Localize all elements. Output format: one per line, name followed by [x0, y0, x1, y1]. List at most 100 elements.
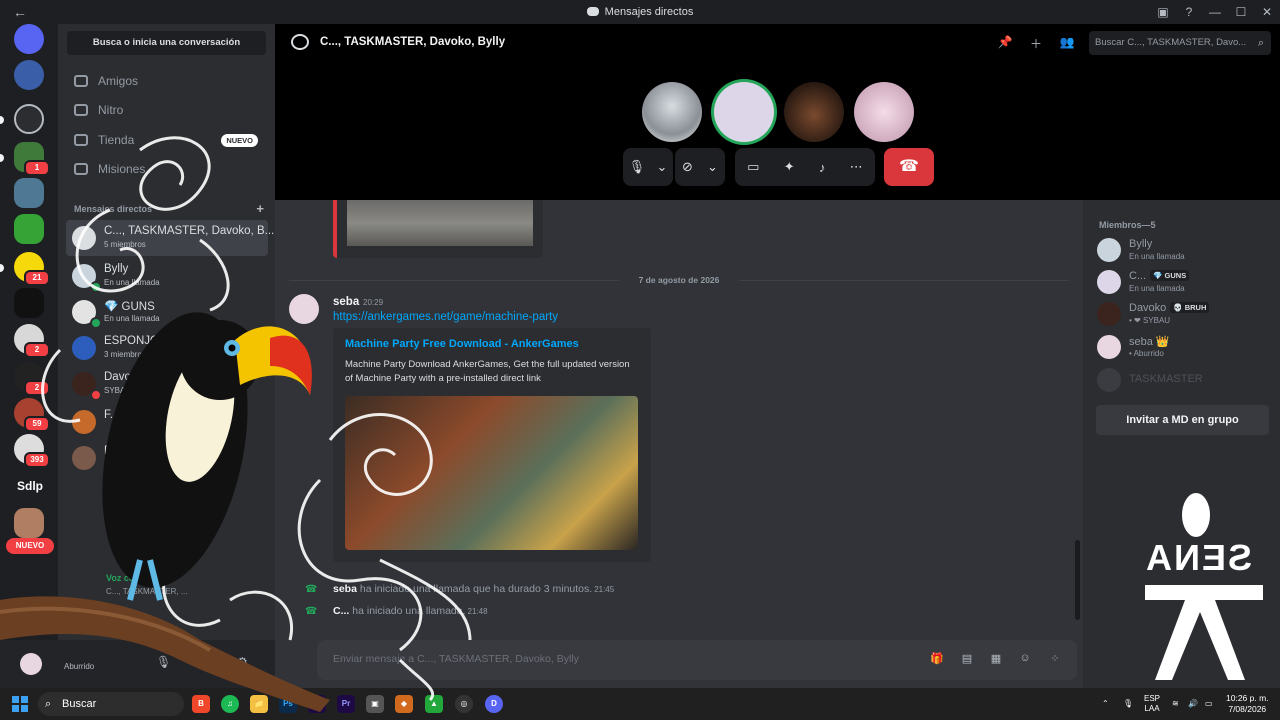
soundboard-icon[interactable]: ♪	[819, 160, 826, 175]
wifi-icon[interactable]: ≋	[1172, 699, 1179, 709]
server-icon[interactable]: 21	[14, 252, 50, 286]
dm-item[interactable]: F...	[66, 404, 268, 440]
server-text-icon[interactable]: Sdlp	[14, 471, 46, 501]
server-icon[interactable]	[14, 104, 44, 134]
pin-icon[interactable]: 📌	[997, 35, 1013, 51]
member-item[interactable]: seba 👑 • Aburrido	[1095, 331, 1275, 363]
call-participant[interactable]	[854, 82, 914, 142]
invite-to-group-button[interactable]: Invitar a MD en grupo	[1096, 405, 1269, 435]
member-item[interactable]: Davoko 💀 BRUH • ❤ SYBAU	[1095, 298, 1275, 330]
premiere-icon[interactable]: Pr	[337, 695, 355, 713]
mic-tray-icon[interactable]: 🎙	[1123, 699, 1133, 709]
discord-taskbar-icon[interactable]: D	[485, 695, 503, 713]
attachment-image[interactable]	[347, 200, 533, 246]
gift-icon[interactable]: 🎁	[929, 652, 945, 666]
dm-item[interactable]: Bylly En una llamada	[66, 258, 268, 294]
dm-item[interactable]: C..., TASKMASTER, Davoko, B... 5 miembros	[66, 220, 274, 256]
store-icon[interactable]: ▣	[366, 695, 384, 713]
dm-item[interactable]: Re...	[66, 440, 268, 476]
server-icon[interactable]: 1	[14, 142, 50, 176]
member-item[interactable]: C... 💎 GUNS En una llamada	[1095, 266, 1275, 298]
server-icon[interactable]	[14, 508, 44, 538]
server-icon[interactable]	[14, 60, 44, 90]
embed-image[interactable]	[345, 396, 638, 550]
chevron-down-icon[interactable]: ⌄	[656, 159, 667, 175]
scrollbar[interactable]	[1075, 540, 1080, 620]
dm-item[interactable]: Davoko SYBAU	[66, 366, 268, 402]
embed-title[interactable]: Machine Party Free Download - AnkerGames	[345, 338, 579, 350]
dm-item[interactable]: ESPONJOSEO 3 miembros	[66, 330, 268, 366]
headset-icon[interactable]: 🎧	[198, 655, 213, 669]
user-avatar[interactable]	[20, 653, 42, 675]
nav-quests[interactable]: Misiones	[66, 155, 266, 183]
camera-controls[interactable]: ⊘ ⌄	[675, 148, 725, 186]
friends-icon	[74, 75, 88, 87]
hang-up-button[interactable]: ☎	[884, 148, 934, 186]
message-link[interactable]: https://ankergames.net/game/machine-part…	[333, 311, 558, 323]
nav-friends[interactable]: Amigos	[66, 67, 266, 95]
maximize-button[interactable]: ☐	[1228, 5, 1254, 19]
windows-start-icon[interactable]	[12, 696, 28, 712]
mic-icon[interactable]: 🎙	[156, 655, 171, 669]
gear-icon[interactable]: ⚙	[237, 655, 248, 669]
find-conversation-button[interactable]: Busca o inicia una conversación	[67, 31, 266, 55]
system-author[interactable]: C...	[333, 605, 349, 617]
nav-nitro[interactable]: Nitro	[66, 96, 266, 124]
server-icon[interactable]	[14, 214, 44, 244]
camera-off-icon[interactable]: ⊘	[682, 159, 693, 175]
server-icon[interactable]	[14, 178, 44, 208]
call-participant[interactable]	[714, 82, 774, 142]
server-icon[interactable]: 59	[14, 398, 50, 432]
mic-controls[interactable]: 🎙 ⌄	[623, 148, 673, 186]
brave-icon[interactable]: B	[192, 695, 210, 713]
screen-share-icon[interactable]: ▭	[747, 159, 759, 175]
app-icon[interactable]: ▲	[425, 695, 443, 713]
taskbar-clock[interactable]: 10:26 p. m. 7/08/2026	[1226, 693, 1269, 715]
apps-icon[interactable]: ⁘	[1047, 652, 1063, 666]
call-participant[interactable]	[784, 82, 844, 142]
emoji-icon[interactable]: ☺	[1017, 652, 1033, 666]
sticker-icon[interactable]: ▦	[988, 652, 1004, 666]
gif-icon[interactable]: ▤	[959, 652, 975, 666]
mic-icon[interactable]: 🎙	[629, 159, 646, 175]
discord-home-icon[interactable]	[14, 24, 44, 54]
server-icon[interactable]: 393	[14, 434, 50, 468]
help-icon[interactable]: ?	[1176, 5, 1202, 19]
chevron-down-icon[interactable]: ⌄	[707, 159, 718, 175]
inbox-icon[interactable]: ▣	[1150, 5, 1176, 19]
language-indicator[interactable]: ESP LAA	[1144, 694, 1160, 714]
call-participant[interactable]	[642, 82, 702, 142]
members-icon[interactable]: 👥	[1059, 35, 1075, 51]
close-button[interactable]: ✕	[1254, 5, 1280, 19]
app-icon[interactable]: ◆	[395, 695, 413, 713]
after-effects-icon[interactable]: Ae	[308, 695, 326, 713]
tray-chevron-icon[interactable]: ⌃	[1102, 699, 1109, 709]
taskbar-search[interactable]: ⌕ Buscar	[38, 692, 184, 716]
avatar[interactable]	[289, 294, 319, 324]
spotify-icon[interactable]: ♫	[221, 695, 239, 713]
photoshop-icon[interactable]: Ps	[279, 695, 297, 713]
group-dm-icon	[291, 34, 309, 50]
member-item[interactable]: TASKMASTER	[1095, 364, 1275, 396]
system-author[interactable]: seba	[333, 583, 357, 595]
battery-icon[interactable]: ▭	[1205, 699, 1213, 709]
member-item[interactable]: Bylly En una llamada	[1095, 234, 1275, 266]
voice-channel[interactable]: C..., TASKMASTER, ...	[106, 587, 188, 596]
more-icon[interactable]: ⋯	[850, 159, 863, 175]
add-member-icon[interactable]: ＋	[1028, 35, 1044, 51]
message-author[interactable]: seba	[333, 296, 359, 308]
create-dm-icon[interactable]: +	[256, 201, 264, 216]
server-icon[interactable]: 2	[14, 324, 50, 358]
folder-icon[interactable]: 📁	[250, 695, 268, 713]
nav-label: Amigos	[98, 74, 139, 88]
dm-item[interactable]: 💎 GUNS En una llamada	[66, 294, 268, 330]
server-icon[interactable]: 2	[14, 362, 50, 396]
minimize-button[interactable]: —	[1202, 5, 1228, 19]
volume-icon[interactable]: 🔊	[1188, 699, 1198, 709]
obs-icon[interactable]: ◎	[455, 695, 473, 713]
search-input[interactable]: Buscar C..., TASKMASTER, Davo... ⌕	[1089, 31, 1271, 55]
message-composer[interactable]: Enviar mensaje a C..., TASKMASTER, Davok…	[317, 640, 1077, 680]
activities-icon[interactable]: ✦	[784, 159, 795, 175]
nav-shop[interactable]: Tienda NUEVO	[66, 126, 266, 154]
server-icon[interactable]	[14, 288, 44, 318]
